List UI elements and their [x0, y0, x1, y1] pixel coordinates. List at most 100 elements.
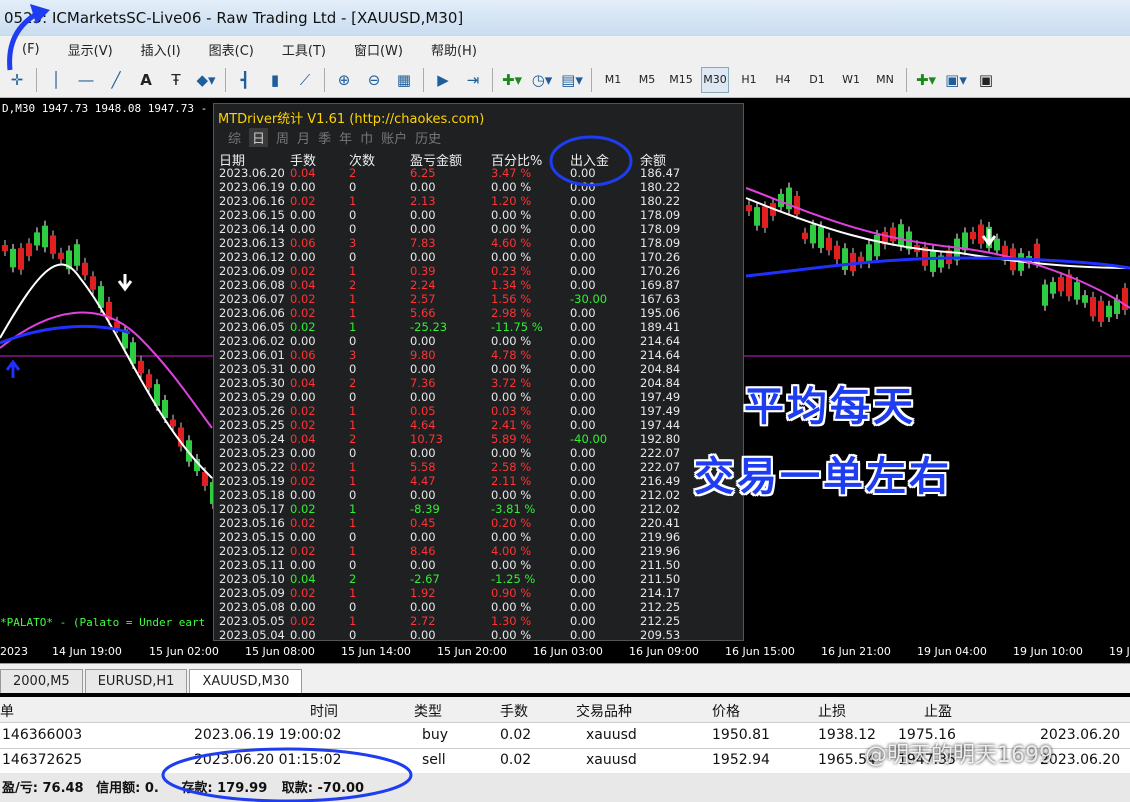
candle-body	[762, 206, 768, 228]
timeframe-m15-button[interactable]: M15	[667, 67, 695, 93]
stats-row: 2023.06.01 0.06 3 9.80 4.78 % 0.00 214.64	[214, 348, 743, 362]
menu-item[interactable]: 帮助(H)	[431, 40, 477, 59]
stats-row: 2023.06.07 0.02 1 2.57 1.56 % -30.00 167.63	[214, 292, 743, 306]
chart-tab[interactable]: XAUUSD,M30	[189, 669, 303, 693]
time-axis-label: 14 Jun 19:00	[52, 645, 122, 658]
panel-tab[interactable]: 周	[276, 128, 289, 147]
menu-item[interactable]: (F)	[22, 42, 40, 57]
panel-tab[interactable]: 巾	[360, 128, 373, 147]
stats-cell: 0.00	[570, 418, 596, 432]
trade-header-cell: 价格	[712, 704, 740, 720]
timeframe-mn-button[interactable]: MN	[871, 67, 899, 93]
stats-cell: 2023.06.12	[219, 250, 285, 264]
zoom-out-icon[interactable]: ⊖	[362, 67, 386, 93]
profit-loss: 盈/亏: 76.48	[2, 781, 84, 796]
toolbar-separator	[36, 67, 37, 92]
timeframe-m30-button[interactable]: M30	[701, 66, 729, 93]
timeframe-d1-button[interactable]: D1	[803, 67, 831, 93]
trade-cell: 146372625	[2, 752, 83, 768]
stats-cell: 1	[349, 460, 357, 474]
stats-row: 2023.06.14 0.00 0 0.00 0.00 % 0.00 178.09	[214, 222, 743, 236]
stats-cell: 1	[349, 474, 357, 488]
stats-cell: 0.00	[290, 488, 316, 502]
stats-cell: 2023.06.06	[219, 306, 285, 320]
candle-body	[794, 196, 800, 215]
timeframe-h1-button[interactable]: H1	[735, 67, 763, 93]
panel-tab[interactable]: 日	[249, 128, 269, 147]
stats-cell: 189.41	[640, 320, 681, 334]
stats-cell: 6.25	[410, 166, 436, 180]
stats-cell: 180.22	[640, 194, 681, 208]
stats-cell: 209.53	[640, 628, 681, 641]
stats-cell: 220.41	[640, 516, 681, 530]
menu-item[interactable]: 显示(V)	[68, 40, 113, 59]
auto-scroll-icon[interactable]: ▶	[431, 67, 455, 93]
candle-body	[994, 238, 1000, 251]
timeframe-m5-button[interactable]: M5	[633, 67, 661, 93]
stats-cell: 0.00	[570, 180, 596, 194]
text-label-icon[interactable]: Ŧ	[164, 67, 188, 93]
crosshair-icon[interactable]: ✛	[5, 67, 29, 93]
panel-tab[interactable]: 季	[318, 128, 331, 147]
horizontal-line-icon[interactable]: ―	[74, 67, 98, 93]
watermark: @明天的明天1699	[865, 743, 1053, 768]
stats-cell: 0.00	[410, 558, 436, 572]
shapes-icon[interactable]: ◆▾	[194, 67, 218, 93]
timeframe-h4-button[interactable]: H4	[769, 67, 797, 93]
stats-cell: -40.00	[570, 432, 608, 446]
chart-shift-icon[interactable]: ⇥	[461, 67, 485, 93]
stats-cell: 169.87	[640, 278, 681, 292]
stats-row: 2023.06.09 0.02 1 0.39 0.23 % 0.00 170.26	[214, 264, 743, 278]
stats-row: 2023.05.11 0.00 0 0.00 0.00 % 0.00 211.50	[214, 558, 743, 572]
candlestick-icon[interactable]: ▮	[263, 67, 287, 93]
line-chart-icon[interactable]: ⟋	[293, 67, 317, 93]
chart-tab[interactable]: EURUSD,H1	[84, 669, 188, 693]
stats-cell: 2023.05.08	[219, 600, 285, 614]
indicators-icon[interactable]: ✚▾	[500, 67, 524, 93]
stats-cell: 2023.06.05	[219, 320, 285, 334]
chart-tab[interactable]: 2000,M5	[0, 669, 83, 693]
panel-tab[interactable]: 综	[228, 128, 241, 147]
stats-cell: 2023.05.31	[219, 362, 285, 376]
zoom-in-icon[interactable]: ⊕	[332, 67, 356, 93]
stats-cell: 1	[349, 614, 357, 628]
stats-cell: 1	[349, 502, 357, 516]
stats-cell: 0.39	[410, 264, 436, 278]
new-order-icon[interactable]: ✚▾	[914, 67, 938, 93]
menu-item[interactable]: 工具(T)	[282, 40, 326, 59]
stats-cell: 2023.05.09	[219, 586, 285, 600]
vertical-line-icon[interactable]: │	[44, 67, 68, 93]
periods-icon[interactable]: ◷▾	[530, 67, 554, 93]
trendline-icon[interactable]: ╱	[104, 67, 128, 93]
panel-tab[interactable]: 账户	[381, 128, 407, 147]
menu-item[interactable]: 插入(I)	[141, 40, 181, 59]
menu-item[interactable]: 图表(C)	[209, 40, 254, 59]
stats-cell: 3	[349, 236, 357, 250]
stats-cell: 0	[349, 530, 357, 544]
candle-body	[1050, 282, 1056, 294]
stats-cell: 2023.05.18	[219, 488, 285, 502]
stats-cell: 0	[349, 446, 357, 460]
text-icon[interactable]: A	[134, 67, 158, 93]
bar-chart-icon[interactable]: ┫	[233, 67, 257, 93]
stats-cell: -1.25 %	[491, 572, 536, 586]
stats-cell: 5.89 %	[491, 432, 532, 446]
panel-tab[interactable]: 年	[339, 128, 352, 147]
stats-cell: 1.92	[410, 586, 436, 600]
timeframe-w1-button[interactable]: W1	[837, 67, 865, 93]
trade-header-cell: 单	[0, 704, 14, 720]
stats-cell: 0.00	[290, 628, 316, 641]
stats-cell: 222.07	[640, 460, 681, 474]
tile-windows-icon[interactable]: ▦	[392, 67, 416, 93]
templates-icon[interactable]: ▤▾	[560, 67, 584, 93]
timeframe-m1-button[interactable]: M1	[599, 67, 627, 93]
stats-cell: 0.00	[290, 362, 316, 376]
panel-tab[interactable]: 月	[297, 128, 310, 147]
more-icon[interactable]: ▣	[974, 67, 998, 93]
profiles-icon[interactable]: ▣▾	[944, 67, 968, 93]
stats-row: 2023.06.02 0.00 0 0.00 0.00 % 0.00 214.64	[214, 334, 743, 348]
stats-cell: 1	[349, 306, 357, 320]
panel-tab[interactable]: 历史	[415, 128, 441, 147]
menu-item[interactable]: 窗口(W)	[354, 40, 403, 59]
stats-cell: -8.39	[410, 502, 440, 516]
